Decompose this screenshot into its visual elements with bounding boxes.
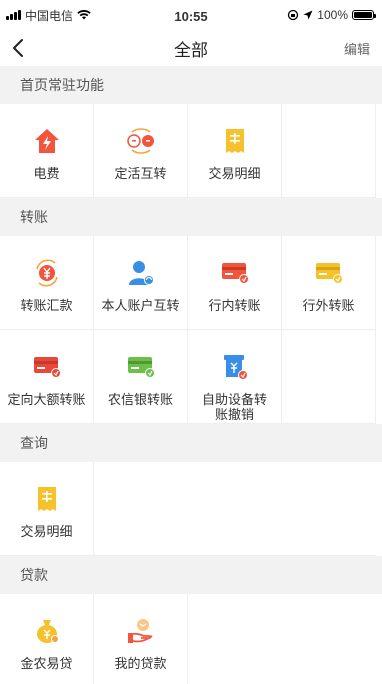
grid-item-own-account-transfer[interactable]: 本人账户互转	[94, 236, 188, 330]
directed-large-transfer-icon	[32, 352, 62, 382]
page-title: 全部	[174, 40, 208, 60]
section-grid-loan: 金农易贷 我的贷款	[0, 594, 382, 684]
grid-empty-cell	[282, 462, 376, 556]
rural-credit-transfer-icon	[126, 352, 156, 382]
grid-item-label: 定向大额转账	[7, 392, 86, 407]
location-icon	[303, 10, 313, 20]
own-account-transfer-icon	[126, 258, 156, 288]
grid-empty-cell	[282, 104, 376, 198]
grid-item-my-loan[interactable]: 我的贷款	[94, 594, 188, 684]
status-bar: 中国电信 10:55 100%	[0, 0, 382, 30]
my-loan-icon	[126, 616, 156, 646]
lock-rotation-icon	[288, 9, 299, 21]
grid-item-label: 电费	[33, 166, 60, 181]
section-grid-query: 交易明细	[0, 462, 382, 556]
edit-button[interactable]: 编辑	[344, 39, 370, 58]
grid-item-label: 金农易贷	[20, 656, 73, 671]
back-button[interactable]	[12, 36, 36, 60]
grid-item-label: 交易明细	[208, 166, 261, 181]
grid-item-transfer-remit[interactable]: 转账汇款	[0, 236, 94, 330]
signal-icon	[6, 10, 21, 20]
transaction-detail-icon	[32, 484, 62, 514]
intra-bank-transfer-icon	[220, 258, 250, 288]
atm-transfer-cancel-icon	[220, 352, 250, 382]
grid-item-label: 行外转账	[302, 298, 355, 313]
grid-item-transaction-detail[interactable]: 交易明细	[188, 104, 282, 198]
section-header-loan: 贷款	[0, 556, 382, 594]
grid-item-label: 转账汇款	[20, 298, 73, 313]
grid-item-query-transaction-detail[interactable]: 交易明细	[0, 462, 94, 556]
battery-icon	[352, 10, 376, 20]
money-bag-icon	[32, 616, 62, 646]
grid-empty-cell	[282, 330, 376, 424]
grid-item-money-bag[interactable]: 金农易贷	[0, 594, 94, 684]
grid-empty-cell	[188, 462, 282, 556]
grid-item-label: 农信银转账	[107, 392, 173, 407]
grid-item-fixed-current-transfer[interactable]: 定活互转	[94, 104, 188, 198]
electricity-icon	[32, 126, 62, 156]
grid-empty-cell	[188, 594, 282, 684]
wifi-icon	[77, 10, 91, 20]
grid-item-electricity[interactable]: 电费	[0, 104, 94, 198]
grid-item-label: 行内转账	[208, 298, 261, 313]
grid-item-rural-credit-transfer[interactable]: 农信银转账	[94, 330, 188, 424]
grid-item-intra-bank-transfer[interactable]: 行内转账	[188, 236, 282, 330]
grid-item-label: 定活互转	[114, 166, 167, 181]
fixed-current-transfer-icon	[126, 126, 156, 156]
grid-item-label: 我的贷款	[114, 656, 167, 671]
carrier-label: 中国电信	[25, 8, 74, 23]
grid-item-atm-transfer-cancel[interactable]: 自助设备转账撤销	[188, 330, 282, 424]
grid-item-label: 交易明细	[20, 524, 73, 539]
grid-empty-cell	[94, 462, 188, 556]
chevron-left-icon	[13, 39, 23, 57]
nav-bar: 全部 编辑	[0, 30, 382, 66]
section-header-home: 首页常驻功能	[0, 66, 382, 104]
section-header-transfer: 转账	[0, 198, 382, 236]
grid-item-label: 自助设备转账撤销	[201, 392, 267, 422]
section-header-query: 查询	[0, 424, 382, 462]
grid-item-inter-bank-transfer[interactable]: 行外转账	[282, 236, 376, 330]
transaction-detail-icon	[220, 126, 250, 156]
inter-bank-transfer-icon	[314, 258, 344, 288]
battery-percent: 100%	[317, 8, 348, 22]
section-grid-home: 电费 定活互转 交易明细	[0, 104, 382, 198]
transfer-remit-icon	[32, 258, 62, 288]
section-grid-transfer: 转账汇款 本人账户互转 行内转账 行外转账 定向大额转账 农信银转账 自助设备转…	[0, 236, 382, 424]
grid-empty-cell	[282, 594, 376, 684]
grid-item-label: 本人账户互转	[101, 298, 180, 313]
grid-item-directed-large-transfer[interactable]: 定向大额转账	[0, 330, 94, 424]
